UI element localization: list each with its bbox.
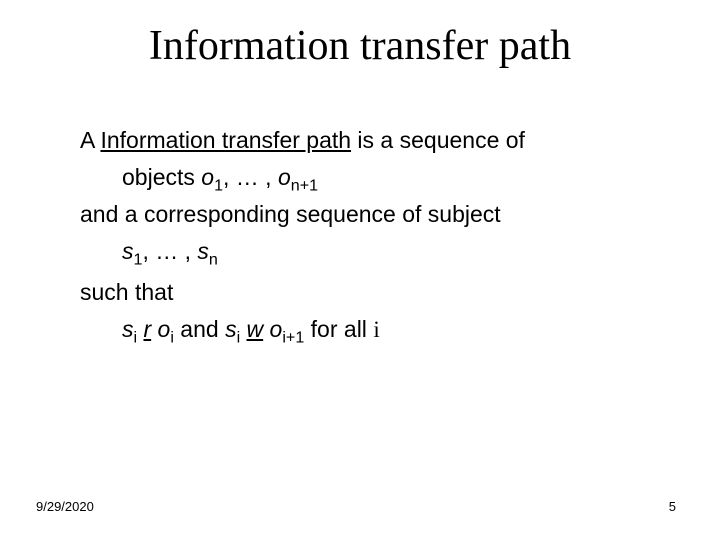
subject-sequence-line: s1, … , sn [80, 236, 660, 267]
definition-line-1: A Information transfer path is a sequenc… [80, 125, 660, 156]
var-s: s [197, 238, 209, 264]
text: , … , [142, 238, 197, 264]
text: and [174, 316, 225, 342]
var-o: o [158, 316, 171, 342]
footer-page-number: 5 [669, 499, 676, 514]
condition-line: si r oi and si w oi+1 for all i [80, 314, 660, 345]
text: , … , [223, 164, 278, 190]
subject-intro-line: and a corresponding sequence of subject [80, 199, 660, 230]
var-s: s [122, 316, 134, 342]
such-that-line: such that [80, 277, 660, 308]
sub: n [209, 251, 218, 269]
slide: Information transfer path A Information … [0, 0, 720, 540]
sub: i+1 [282, 329, 304, 347]
object-sequence-line: objects o1, … , on+1 [80, 162, 660, 193]
var-o: o [201, 164, 214, 190]
var-s: s [122, 238, 134, 264]
text: is a sequence of [351, 127, 525, 153]
sub: n+1 [291, 177, 318, 195]
footer-date: 9/29/2020 [36, 499, 94, 514]
text: A [80, 127, 100, 153]
sub: 1 [214, 177, 223, 195]
slide-body: A Information transfer path is a sequenc… [80, 125, 660, 351]
rel-r: r [143, 316, 151, 342]
text: objects [122, 164, 201, 190]
var-o: o [278, 164, 291, 190]
var-o: o [270, 316, 283, 342]
rel-w: w [247, 316, 264, 342]
var-s: s [225, 316, 237, 342]
text: for all [304, 316, 373, 342]
defined-term: Information transfer path [100, 127, 351, 153]
slide-title: Information transfer path [0, 22, 720, 70]
var-i: i [373, 317, 379, 342]
